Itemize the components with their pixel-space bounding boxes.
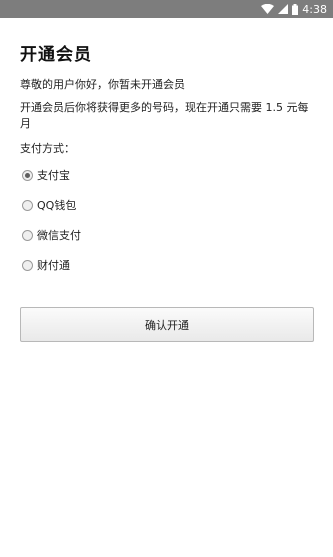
signal-icon [278, 4, 289, 14]
payment-option-label: QQ钱包 [37, 199, 77, 212]
battery-icon [292, 3, 299, 15]
payment-option-tenpay[interactable]: 财付通 [22, 257, 70, 273]
payment-option-label: 支付宝 [37, 169, 70, 182]
promo-text: 开通会员后你将获得更多的号码，现在开通只需要 1.5 元每月 [20, 101, 309, 130]
status-time: 4:38 [302, 2, 327, 16]
radio-button[interactable] [22, 229, 33, 241]
greeting-text: 尊敬的用户你好，你暂未开通会员 [20, 78, 185, 91]
radio-button[interactable] [22, 199, 33, 211]
payment-option-label: 财付通 [37, 259, 70, 272]
page-title: 开通会员 [20, 45, 92, 65]
payment-option-qq-wallet[interactable]: QQ钱包 [22, 197, 76, 213]
payment-option-wechat-pay[interactable]: 微信支付 [22, 227, 81, 243]
payment-option-alipay[interactable]: 支付宝 [22, 167, 70, 183]
wifi-icon [261, 4, 275, 14]
payment-method-label: 支付方式： [20, 142, 75, 155]
payment-option-label: 微信支付 [37, 229, 81, 242]
status-bar: 4:38 [0, 0, 333, 18]
radio-button[interactable] [22, 169, 33, 181]
radio-button[interactable] [22, 259, 33, 271]
status-icons: 4:38 [261, 1, 327, 17]
confirm-button[interactable]: 确认开通 [20, 307, 314, 342]
